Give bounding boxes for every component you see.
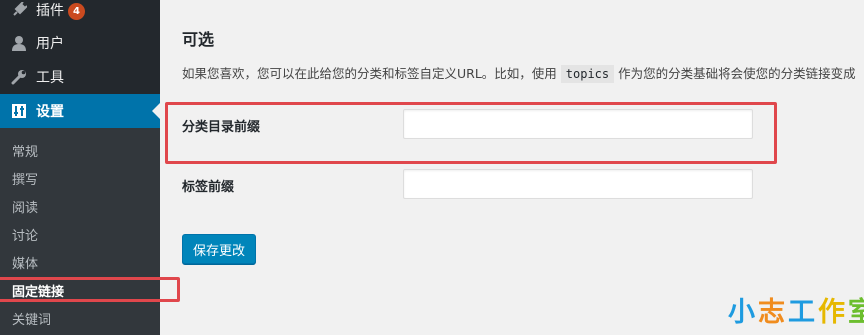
tag-base-label: 标签前缀 [182, 180, 235, 195]
menu-tools[interactable]: 工具 [0, 60, 160, 94]
submenu-writing[interactable]: 撰写 [12, 169, 38, 188]
admin-sidebar: 插件 4 用户 工具 设置 常规 撰写 阅读 讨论 媒体 固定链接 关键词 [0, 0, 160, 335]
watermark-char-4: 作 [818, 297, 848, 328]
menu-plugins-label: 插件 [36, 3, 64, 19]
settings-submenu: 常规 撰写 阅读 讨论 媒体 固定链接 关键词 [0, 128, 160, 335]
watermark-char-3: 工 [788, 297, 818, 328]
watermark-char-2: 志 [758, 297, 788, 328]
submenu-permalinks[interactable]: 固定链接 [12, 281, 64, 300]
submenu-general[interactable]: 常规 [12, 141, 38, 160]
submenu-media[interactable]: 媒体 [12, 253, 38, 272]
menu-settings[interactable]: 设置 [0, 94, 160, 128]
menu-plugins[interactable]: 插件 4 [0, 0, 160, 27]
menu-users[interactable]: 用户 [0, 26, 160, 60]
update-count-badge: 4 [68, 2, 85, 20]
section-title: 可选 [182, 30, 215, 49]
submenu-discussion[interactable]: 讨论 [12, 225, 38, 244]
desc-code: topics [560, 65, 615, 83]
menu-settings-label: 设置 [36, 104, 64, 120]
main-content: 可选 如果您喜欢，您可以在此给您的分类和标签自定义URL。比如，使用 topic… [160, 0, 864, 335]
desc-text-after: 作为您的分类基础将会使您的分类链接变成 [614, 66, 856, 81]
submenu-reading[interactable]: 阅读 [12, 197, 38, 216]
watermark-char-5: 室 [848, 297, 864, 328]
tag-base-input[interactable] [403, 169, 753, 199]
section-description: 如果您喜欢，您可以在此给您的分类和标签自定义URL。比如，使用 topics 作… [182, 63, 856, 83]
user-icon [10, 34, 28, 52]
desc-text-before: 如果您喜欢，您可以在此给您的分类和标签自定义URL。比如，使用 [182, 66, 561, 81]
category-base-label: 分类目录前缀 [182, 120, 261, 135]
menu-tools-label: 工具 [36, 70, 64, 86]
watermark-char-1: 小 [728, 297, 758, 328]
settings-icon [10, 102, 28, 120]
wrench-icon [10, 68, 28, 86]
plugin-icon [10, 1, 28, 19]
submenu-keywords[interactable]: 关键词 [12, 309, 51, 328]
category-base-input[interactable] [403, 109, 753, 139]
save-changes-button[interactable]: 保存更改 [182, 234, 256, 264]
watermark-logo: 小志工作室 [728, 290, 864, 329]
menu-users-label: 用户 [36, 36, 64, 52]
